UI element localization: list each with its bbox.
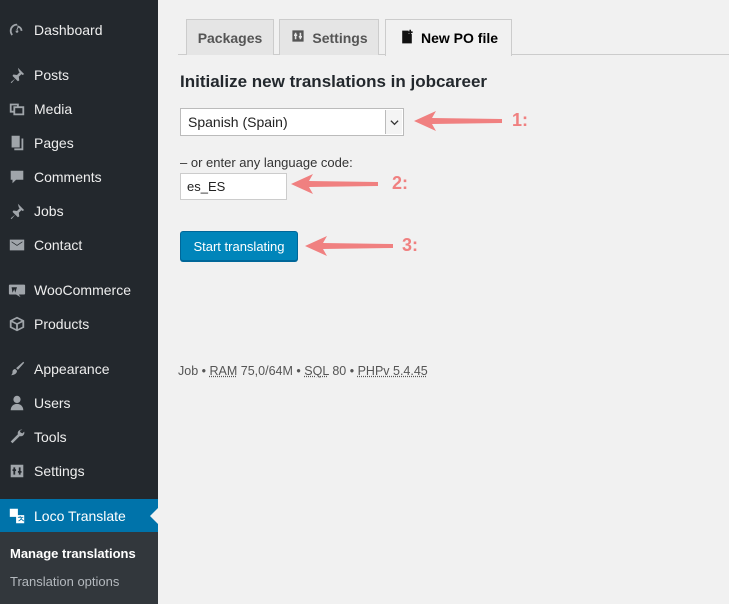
annotation-arrow-1 xyxy=(414,111,502,131)
annotation-label-1: 1: xyxy=(512,110,529,130)
annotation-arrow-3 xyxy=(305,236,393,256)
annotation-label-3: 3: xyxy=(402,235,419,255)
annotation-arrow-2 xyxy=(291,174,378,194)
annotation-arrows xyxy=(291,111,502,256)
annotation-label-2: 2: xyxy=(392,173,409,193)
